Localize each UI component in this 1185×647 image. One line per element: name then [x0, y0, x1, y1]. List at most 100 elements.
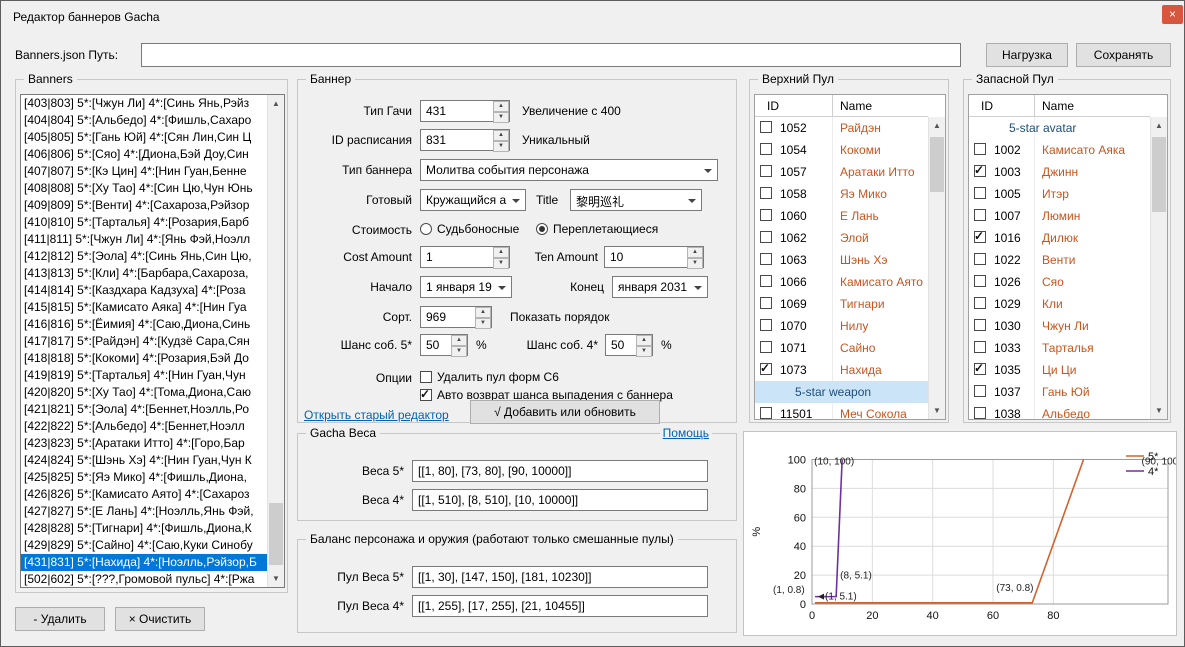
reserve-pool-scrollbar-thumb[interactable] [1152, 137, 1166, 212]
spin-down-icon[interactable]: ▼ [475, 318, 491, 329]
help-link[interactable]: Помощь [660, 426, 712, 441]
row-checkbox[interactable] [760, 341, 772, 353]
banner-list-item[interactable]: [419|819] 5*:[Тарталья] 4*:[Нин Гуан,Чун [21, 367, 267, 384]
spin-up-icon[interactable]: ▲ [451, 335, 467, 346]
banner-list-item[interactable]: [411|811] 5*:[Чжун Ли] 4*:[Янь Фэй,Ноэлл [21, 231, 267, 248]
row-checkbox[interactable] [760, 187, 772, 199]
chance4-input[interactable]: 50 ▲▼ [605, 334, 653, 356]
spinner[interactable]: ▲▼ [687, 247, 703, 267]
option-remove-c6-pool-checkbox[interactable]: Удалить пул форм С6 [420, 369, 559, 384]
banner-list-item[interactable]: [427|827] 5*:[Е Лань] 4*:[Ноэлль,Янь Фэй… [21, 503, 267, 520]
scroll-down-icon[interactable]: ▼ [268, 570, 284, 587]
reserve-pool-scrollbar[interactable]: ▲ ▼ [1150, 117, 1167, 419]
weights4-input[interactable]: [[1, 510], [8, 510], [10, 10000]] [412, 489, 708, 511]
banner-list-item[interactable]: [415|815] 5*:[Камисато Аяка] 4*:[Нин Гуа [21, 299, 267, 316]
path-input[interactable] [141, 43, 961, 67]
banners-scrollbar[interactable]: ▲ ▼ [267, 95, 284, 587]
banner-list-item[interactable]: [429|829] 5*:[Сайно] 4*:[Саю,Куки Синобу [21, 537, 267, 554]
scroll-up-icon[interactable]: ▲ [1151, 117, 1167, 134]
row-checkbox[interactable] [974, 165, 986, 177]
scroll-down-icon[interactable]: ▼ [1151, 402, 1167, 419]
banner-list-item[interactable]: [406|806] 5*:[Сяо] 4*:[Диона,Бэй Доу,Син [21, 146, 267, 163]
spin-down-icon[interactable]: ▼ [687, 258, 703, 269]
pool-weights4-input[interactable]: [[1, 255], [17, 255], [21, 10455]] [412, 595, 708, 617]
banners-scrollbar-thumb[interactable] [269, 503, 283, 565]
pool-row[interactable]: 1038Альбедо [969, 403, 1150, 419]
pool-row[interactable]: 1033Тарталья [969, 337, 1150, 359]
open-old-editor-link[interactable]: Открыть старый редактор [304, 408, 449, 422]
banner-list-item[interactable]: [413|813] 5*:[Кли] 4*:[Барбара,Сахароза, [21, 265, 267, 282]
pool-row[interactable]: 1060Е Лань [755, 205, 928, 227]
gacha-type-input[interactable]: 431 ▲▼ [420, 100, 510, 122]
pool-row[interactable]: 1069Тигнари [755, 293, 928, 315]
spin-down-icon[interactable]: ▼ [451, 346, 467, 357]
title-select[interactable]: 黎明巡礼 [570, 189, 702, 211]
prefab-select[interactable]: Кружащийся а [420, 189, 526, 211]
pool-row[interactable]: 1005Итэр [969, 183, 1150, 205]
row-checkbox[interactable] [760, 363, 772, 375]
pool-row[interactable]: 1035Ци Ци [969, 359, 1150, 381]
row-checkbox[interactable] [974, 209, 986, 221]
close-button[interactable]: × [1162, 5, 1183, 24]
banner-list-item[interactable]: [417|817] 5*:[Райдэн] 4*:[Кудзё Сара,Сян [21, 333, 267, 350]
delete-banner-button[interactable]: - Удалить [15, 607, 105, 631]
spin-up-icon[interactable]: ▲ [687, 247, 703, 258]
banner-list-item[interactable]: [426|826] 5*:[Камисато Аято] 4*:[Сахароз [21, 486, 267, 503]
banner-list-item[interactable]: [403|803] 5*:[Чжун Ли] 4*:[Синь Янь,Рэйз [21, 95, 267, 112]
schedule-id-input[interactable]: 831 ▲▼ [420, 129, 510, 151]
banner-list-item[interactable]: [420|820] 5*:[Ху Тао] 4*:[Тома,Диона,Саю [21, 384, 267, 401]
row-checkbox[interactable] [760, 165, 772, 177]
spinner[interactable]: ▲▼ [636, 335, 652, 355]
banner-list-item[interactable]: [408|808] 5*:[Ху Тао] 4*:[Син Цю,Чун Юнь [21, 180, 267, 197]
pool-row[interactable]: 1037Гань Юй [969, 381, 1150, 403]
banner-list-item[interactable]: [424|824] 5*:[Шэнь Хэ] 4*:[Нин Гуан,Чун … [21, 452, 267, 469]
pool-section-row[interactable]: 5-star avatar [969, 117, 1150, 139]
banner-list-item[interactable]: [418|818] 5*:[Кокоми] 4*:[Розария,Бэй До [21, 350, 267, 367]
load-button[interactable]: Нагрузка [986, 43, 1068, 67]
sort-input[interactable]: 969 ▲▼ [420, 306, 492, 328]
pool-row[interactable]: 1066Камисато Аято [755, 271, 928, 293]
pool-row[interactable]: 1030Чжун Ли [969, 315, 1150, 337]
banner-list-item[interactable]: [423|823] 5*:[Аратаки Итто] 4*:[Горо,Бар [21, 435, 267, 452]
pool-row[interactable]: 1022Венти [969, 249, 1150, 271]
spin-up-icon[interactable]: ▲ [636, 335, 652, 346]
banner-list-item[interactable]: [405|805] 5*:[Гань Юй] 4*:[Сян Лин,Син Ц [21, 129, 267, 146]
pool-row[interactable]: 1026Сяо [969, 271, 1150, 293]
spin-down-icon[interactable]: ▼ [493, 141, 509, 152]
row-checkbox[interactable] [974, 143, 986, 155]
row-checkbox[interactable] [974, 363, 986, 375]
spin-up-icon[interactable]: ▲ [493, 130, 509, 141]
row-checkbox[interactable] [760, 297, 772, 309]
scroll-up-icon[interactable]: ▲ [268, 95, 284, 112]
row-checkbox[interactable] [760, 231, 772, 243]
row-checkbox[interactable] [974, 275, 986, 287]
banner-list-item[interactable]: [431|831] 5*:[Нахида] 4*:[Ноэлль,Рэйзор,… [21, 554, 267, 571]
pool-row[interactable]: 1003Джинн [969, 161, 1150, 183]
end-date-select[interactable]: января 2031 [612, 276, 708, 298]
row-checkbox[interactable] [974, 253, 986, 265]
row-checkbox[interactable] [760, 253, 772, 265]
scroll-up-icon[interactable]: ▲ [929, 117, 945, 134]
pool-row[interactable]: 1062Элой [755, 227, 928, 249]
cost-radio-fate[interactable]: Судьбоносные [420, 221, 519, 236]
pool-row[interactable]: 1054Кокоми [755, 139, 928, 161]
upper-pool-scrollbar[interactable]: ▲ ▼ [928, 117, 945, 419]
banner-type-select[interactable]: Молитва события персонажа [420, 159, 718, 181]
pool-row[interactable]: 1052Райдэн [755, 117, 928, 139]
scroll-down-icon[interactable]: ▼ [929, 402, 945, 419]
spinner[interactable]: ▲▼ [451, 335, 467, 355]
banner-list-item[interactable]: [412|812] 5*:[Эола] 4*:[Синь Янь,Син Цю, [21, 248, 267, 265]
row-checkbox[interactable] [974, 297, 986, 309]
banner-list-item[interactable]: [407|807] 5*:[Кэ Цин] 4*:[Нин Гуан,Бенне [21, 163, 267, 180]
pool-row[interactable]: 1007Люмин [969, 205, 1150, 227]
pool-row[interactable]: 1058Яэ Мико [755, 183, 928, 205]
pool-weights5-input[interactable]: [[1, 30], [147, 150], [181, 10230]] [412, 566, 708, 588]
banner-list-item[interactable]: [422|822] 5*:[Альбедо] 4*:[Беннет,Ноэлл [21, 418, 267, 435]
row-checkbox[interactable] [974, 385, 986, 397]
row-checkbox[interactable] [974, 319, 986, 331]
banner-list-item[interactable]: [416|816] 5*:[Ёимия] 4*:[Саю,Диона,Синь [21, 316, 267, 333]
pool-section-row[interactable]: 5-star weapon [755, 381, 928, 403]
row-checkbox[interactable] [760, 209, 772, 221]
row-checkbox[interactable] [760, 143, 772, 155]
pool-row[interactable]: 1073Нахида [755, 359, 928, 381]
